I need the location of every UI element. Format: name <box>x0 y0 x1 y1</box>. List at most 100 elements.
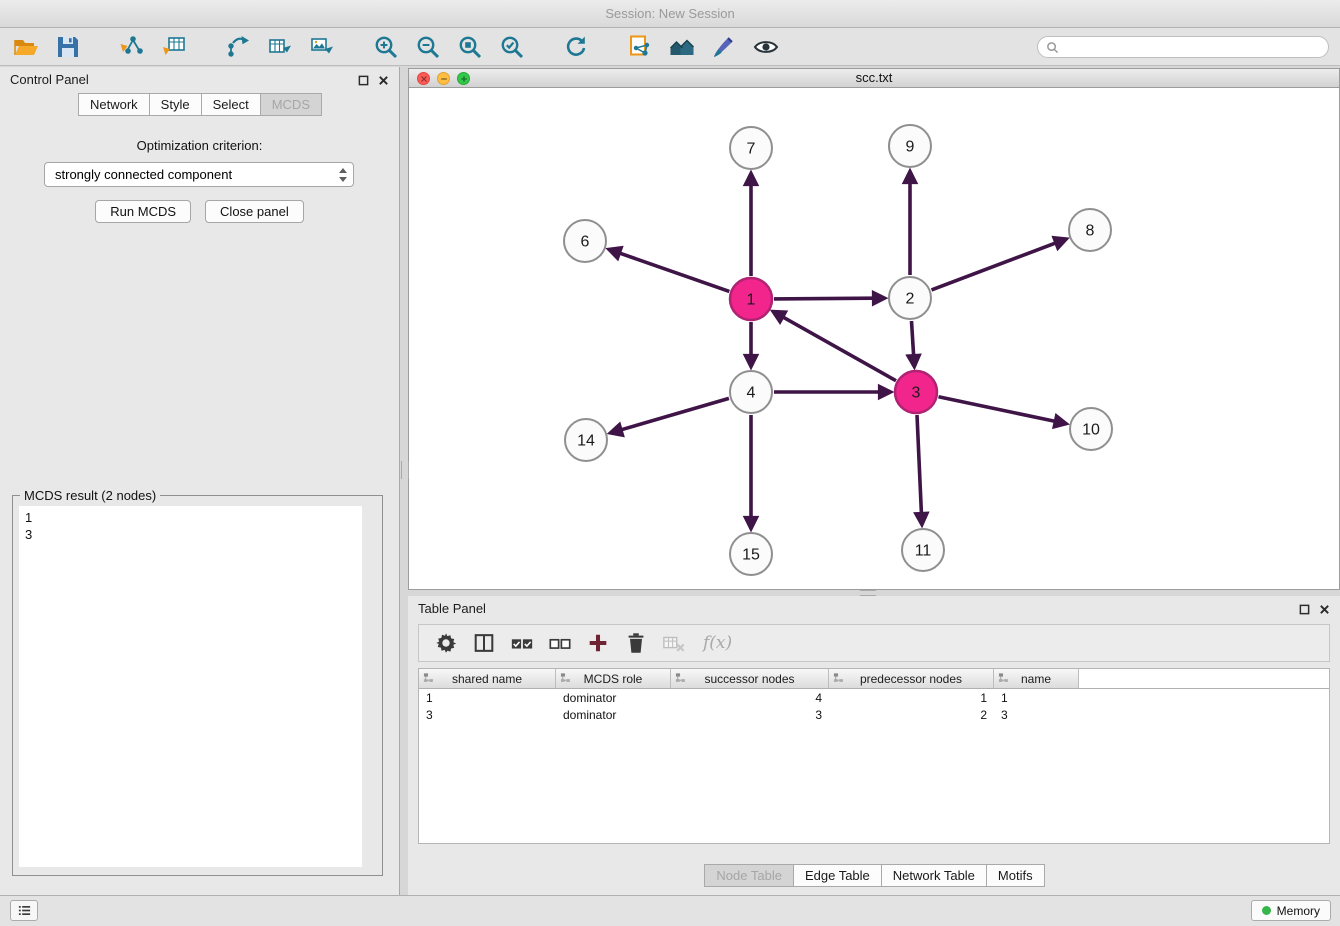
table-cell-name[interactable]: 1 <box>994 691 1079 705</box>
float-table-panel-icon[interactable] <box>1299 604 1310 615</box>
search-input[interactable] <box>1063 37 1328 57</box>
refresh-icon[interactable] <box>558 32 594 62</box>
svg-text:4: 4 <box>747 385 756 402</box>
split-columns-icon[interactable] <box>467 628 501 658</box>
edge-2-8[interactable] <box>932 243 1056 290</box>
tab-select[interactable]: Select <box>201 93 261 116</box>
close-table-panel-icon[interactable] <box>1319 604 1330 615</box>
edge-3-10[interactable] <box>939 397 1055 422</box>
table-tab-motifs[interactable]: Motifs <box>986 864 1045 887</box>
edge-1-2[interactable] <box>774 298 873 299</box>
table-cell-predecessor-nodes[interactable]: 2 <box>829 708 994 722</box>
column-header-predecessor-nodes[interactable]: predecessor nodes <box>829 669 994 688</box>
horizontal-splitter-grip[interactable] <box>860 590 876 596</box>
show-hide-icon[interactable] <box>748 32 784 62</box>
node-4[interactable]: 4 <box>730 371 772 413</box>
tab-mcds[interactable]: MCDS <box>260 93 322 116</box>
mcds-result-list[interactable]: 13 <box>19 506 362 867</box>
close-panel-button[interactable]: Close panel <box>205 200 304 223</box>
new-network-from-selection-icon[interactable] <box>622 32 658 62</box>
run-mcds-button[interactable]: Run MCDS <box>95 200 191 223</box>
column-header-successor-nodes[interactable]: successor nodes <box>671 669 829 688</box>
edge-1-6[interactable] <box>620 253 729 291</box>
node-7[interactable]: 7 <box>730 127 772 169</box>
home-icon[interactable] <box>664 32 700 62</box>
zoom-window-button[interactable] <box>457 72 470 85</box>
table-settings-icon[interactable] <box>429 628 463 658</box>
table-cell-name[interactable]: 3 <box>994 708 1079 722</box>
edge-2-3[interactable] <box>912 321 914 355</box>
node-2[interactable]: 2 <box>889 277 931 319</box>
apply-style-icon[interactable] <box>706 32 742 62</box>
table-cell-successor-nodes[interactable]: 3 <box>671 708 829 722</box>
zoom-fit-icon[interactable] <box>452 32 488 62</box>
search-icon <box>1046 41 1059 54</box>
svg-text:1: 1 <box>747 292 756 309</box>
table-cell-shared-name[interactable]: 3 <box>419 708 556 722</box>
table-tab-network-table[interactable]: Network Table <box>881 864 987 887</box>
import-network-icon[interactable] <box>114 32 150 62</box>
float-panel-icon[interactable] <box>358 75 369 86</box>
edge-3-11[interactable] <box>917 415 921 513</box>
optimization-criterion-select[interactable]: strongly connected component <box>44 162 354 187</box>
node-8[interactable]: 8 <box>1069 209 1111 251</box>
table-tab-edge-table[interactable]: Edge Table <box>793 864 882 887</box>
table-cell-mcds-role[interactable]: dominator <box>556 708 671 722</box>
svg-text:2: 2 <box>906 291 915 308</box>
export-table-icon[interactable] <box>262 32 298 62</box>
edge-4-14[interactable] <box>622 398 729 429</box>
minimize-window-button[interactable] <box>437 72 450 85</box>
table-row[interactable]: 1dominator411 <box>419 689 1329 706</box>
fx-function-builder[interactable]: f(x) <box>703 633 732 653</box>
table-tab-node-table[interactable]: Node Table <box>704 864 794 887</box>
save-icon[interactable] <box>50 32 86 62</box>
table-cell-shared-name[interactable]: 1 <box>419 691 556 705</box>
zoom-in-icon[interactable] <box>368 32 404 62</box>
column-header-shared-name[interactable]: shared name <box>419 669 556 688</box>
table-cell-successor-nodes[interactable]: 4 <box>671 691 829 705</box>
deselect-all-icon[interactable] <box>543 628 577 658</box>
export-image-icon[interactable] <box>304 32 340 62</box>
delete-row-icon[interactable] <box>619 628 653 658</box>
select-all-icon[interactable] <box>505 628 539 658</box>
node-1[interactable]: 1 <box>730 278 772 320</box>
table-body: 1dominator4113dominator323 <box>419 689 1329 723</box>
svg-text:8: 8 <box>1086 223 1095 240</box>
node-14[interactable]: 14 <box>565 419 607 461</box>
zoom-out-icon[interactable] <box>410 32 446 62</box>
column-header-name[interactable]: name <box>994 669 1079 688</box>
node-table: shared name MCDS role successor nodesprede… <box>418 668 1330 844</box>
mcds-action-buttons: Run MCDS Close panel <box>0 200 399 223</box>
edge-3-1[interactable] <box>783 317 896 381</box>
node-11[interactable]: 11 <box>902 529 944 571</box>
add-row-icon[interactable] <box>581 628 615 658</box>
graph-canvas[interactable]: 7 9 6 8 1 2 4 3 14 10 15 11 <box>409 88 1339 589</box>
node-15[interactable]: 15 <box>730 533 772 575</box>
destroy-table-icon[interactable] <box>657 628 691 658</box>
node-6[interactable]: 6 <box>564 220 606 262</box>
tab-style[interactable]: Style <box>149 93 202 116</box>
tab-network[interactable]: Network <box>78 93 150 116</box>
panel-list-button[interactable] <box>10 900 38 921</box>
network-window-titlebar[interactable]: scc.txt <box>408 68 1340 88</box>
table-cell-mcds-role[interactable]: dominator <box>556 691 671 705</box>
column-type-icon <box>833 672 844 683</box>
open-folder-icon[interactable] <box>8 32 44 62</box>
table-cell-predecessor-nodes[interactable]: 1 <box>829 691 994 705</box>
close-window-button[interactable] <box>417 72 430 85</box>
column-label: MCDS role <box>584 672 643 686</box>
svg-text:14: 14 <box>577 433 595 450</box>
node-3[interactable]: 3 <box>895 371 937 413</box>
close-panel-icon[interactable] <box>378 75 389 86</box>
node-10[interactable]: 10 <box>1070 408 1112 450</box>
network-view[interactable]: 7 9 6 8 1 2 4 3 14 10 15 11 <box>408 88 1340 590</box>
node-9[interactable]: 9 <box>889 125 931 167</box>
export-network-icon[interactable] <box>220 32 256 62</box>
import-table-icon[interactable] <box>156 32 192 62</box>
toolbar-group <box>558 32 600 62</box>
zoom-selected-icon[interactable] <box>494 32 530 62</box>
column-header-mcds-role[interactable]: MCDS role <box>556 669 671 688</box>
memory-button[interactable]: Memory <box>1251 900 1331 921</box>
table-row[interactable]: 3dominator323 <box>419 706 1329 723</box>
panel-splitter-grip[interactable] <box>401 461 409 479</box>
